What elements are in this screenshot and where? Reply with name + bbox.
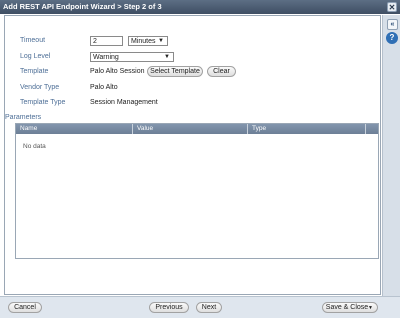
clear-button[interactable]: Clear <box>207 66 236 77</box>
footer-bar: Cancel Previous Next Save & Close ▼ <box>0 296 400 318</box>
empty-message: No data <box>23 143 46 150</box>
wizard-content: Timeout 2 Minutes ▼ Log Level Warning ▼ … <box>4 15 381 295</box>
save-close-label: Save & Close <box>325 304 369 311</box>
loglevel-value: Warning <box>93 54 119 61</box>
template-value: Palo Alto Session <box>90 68 145 75</box>
help-icon[interactable]: ? <box>386 32 398 44</box>
column-header-value[interactable]: Value <box>133 124 248 134</box>
vendor-type-value: Palo Alto <box>90 84 118 91</box>
select-template-button[interactable]: Select Template <box>147 66 203 77</box>
timeout-unit-value: Minutes <box>131 38 156 45</box>
previous-button[interactable]: Previous <box>149 302 189 313</box>
parameters-grid: Name Value Type No data <box>15 123 379 259</box>
side-panel: « ? <box>382 15 400 300</box>
timeout-label: Timeout <box>20 37 46 44</box>
window-title: Add REST API Endpoint Wizard > Step 2 of… <box>3 2 162 11</box>
column-header-name[interactable]: Name <box>16 124 133 134</box>
close-icon[interactable]: ✕ <box>387 2 397 12</box>
next-button[interactable]: Next <box>196 302 222 313</box>
template-label: Template <box>20 68 49 75</box>
template-type-label: Template Type <box>20 99 66 106</box>
chevron-down-icon: ▼ <box>158 38 164 44</box>
column-header-type[interactable]: Type <box>248 124 366 134</box>
grid-header: Name Value Type <box>16 124 378 134</box>
chevron-down-icon: ▼ <box>368 305 373 311</box>
timeout-unit-select[interactable]: Minutes ▼ <box>128 36 168 46</box>
vendor-type-label: Vendor Type <box>20 84 60 91</box>
collapse-icon[interactable]: « <box>387 19 398 30</box>
cancel-button[interactable]: Cancel <box>8 302 42 313</box>
timeout-input[interactable]: 2 <box>90 36 123 46</box>
window-titlebar: Add REST API Endpoint Wizard > Step 2 of… <box>0 0 400 14</box>
chevron-down-icon: ▼ <box>164 54 170 60</box>
template-type-value: Session Management <box>90 99 158 106</box>
loglevel-select[interactable]: Warning ▼ <box>90 52 174 62</box>
loglevel-label: Log Level <box>20 53 51 60</box>
parameters-label: Parameters <box>5 114 42 121</box>
save-close-button[interactable]: Save & Close ▼ <box>322 302 378 313</box>
